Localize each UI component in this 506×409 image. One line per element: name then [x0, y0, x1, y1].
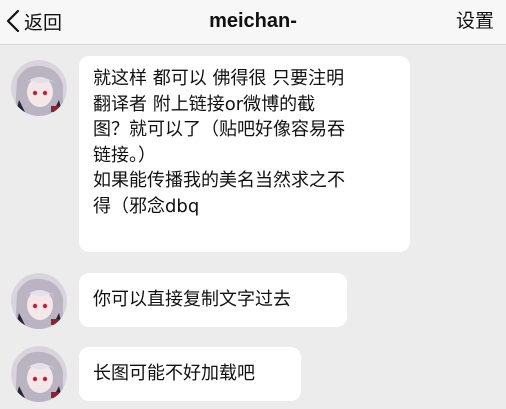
message-text-line: 就这样 都可以 佛得很 只要注明: [93, 68, 345, 89]
chat-title: meichan-: [209, 10, 297, 32]
message-bubble[interactable]: 你可以直接复制文字过去: [79, 273, 347, 327]
avatar-image: [11, 273, 67, 329]
nav-bar: 返回 meichan- 设置: [0, 0, 506, 45]
message-bubble[interactable]: 就这样 都可以 佛得很 只要注明 翻译者 附上链接or微博的截 图？就可以了（贴…: [79, 56, 410, 252]
avatar-image: [11, 60, 67, 116]
message-text-line: 如果能传播我的美名当然求之不: [93, 170, 345, 191]
message-text-line: 图？就可以了（贴吧好像容易吞: [93, 119, 345, 140]
message-bubble[interactable]: 长图可能不好加载吧: [79, 347, 301, 401]
message-text-line: 你可以直接复制文字过去: [93, 289, 291, 310]
message-text-line: 得（邪念dbq: [93, 195, 200, 217]
message-text-line: 链接。）: [93, 144, 156, 166]
avatar-image: [11, 346, 67, 402]
avatar[interactable]: [11, 60, 67, 116]
avatar[interactable]: [11, 346, 67, 402]
settings-button[interactable]: 设置: [456, 0, 494, 44]
message-text-line: 翻译者 附上链接or微博的截: [93, 93, 316, 115]
message-text-line: 长图可能不好加载吧: [93, 363, 255, 384]
avatar[interactable]: [11, 273, 67, 329]
